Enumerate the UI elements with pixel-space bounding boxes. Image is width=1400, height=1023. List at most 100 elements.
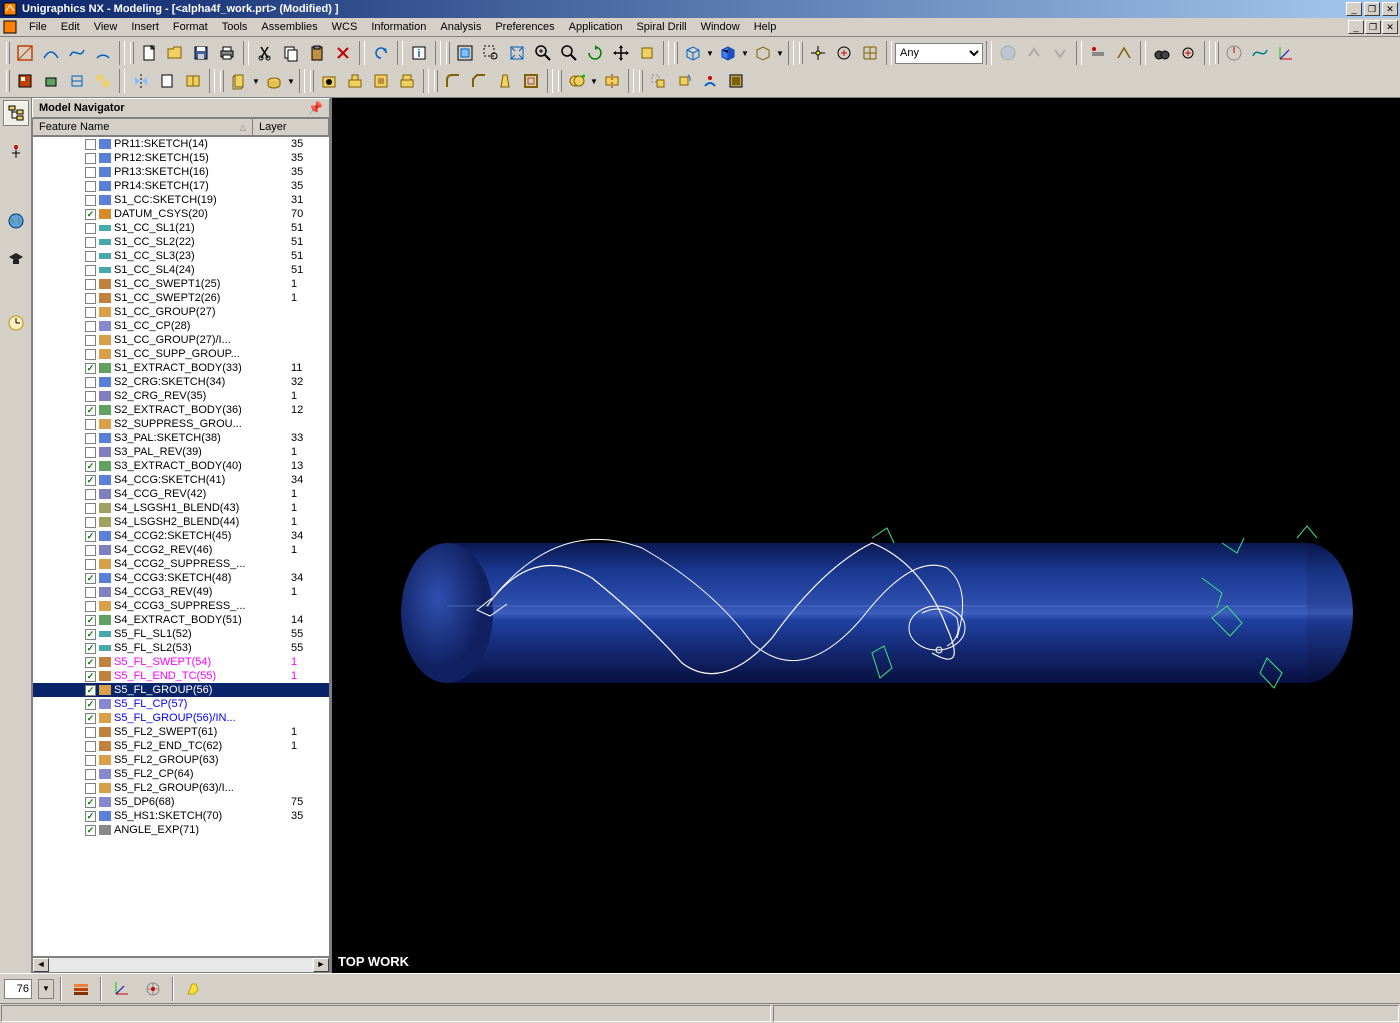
checkbox[interactable] (85, 601, 96, 612)
navigator-tab-icon[interactable] (3, 100, 29, 126)
tree-row[interactable]: +S5_FL2_END_TC(62)1 (33, 739, 329, 753)
tree-row[interactable]: +S1_CC_SWEPT1(25)1 (33, 277, 329, 291)
checkbox[interactable] (85, 321, 96, 332)
checkbox[interactable] (85, 335, 96, 346)
extrude-icon[interactable] (226, 68, 252, 94)
dropdown-arrow-icon[interactable]: ▼ (706, 49, 715, 58)
checkbox[interactable] (85, 699, 96, 710)
checkbox[interactable] (85, 447, 96, 458)
drafting-icon[interactable] (64, 68, 90, 94)
tree-row[interactable]: +S5_FL_END_TC(55)1 (33, 669, 329, 683)
tree-row[interactable]: +DATUM_CSYS(20)70 (33, 207, 329, 221)
tree-row[interactable]: +S4_LSGSH1_BLEND(43)1 (33, 501, 329, 515)
checkbox[interactable] (85, 783, 96, 794)
nav-up-icon[interactable] (1021, 40, 1047, 66)
tree-row[interactable]: +S5_FL_SL2(53)55 (33, 641, 329, 655)
column-layer[interactable]: Layer (253, 119, 329, 135)
scroll-right-icon[interactable]: ► (313, 958, 329, 972)
tree-row[interactable]: +S3_EXTRACT_BODY(40)13 (33, 459, 329, 473)
nav-down-icon[interactable] (1047, 40, 1073, 66)
checkbox[interactable] (85, 405, 96, 416)
modeling-icon[interactable] (38, 68, 64, 94)
dropdown-arrow-icon[interactable]: ▼ (287, 77, 296, 86)
highlight-icon[interactable] (180, 976, 206, 1002)
checkbox[interactable] (85, 531, 96, 542)
column-feature-name[interactable]: Feature Name△ (33, 119, 253, 135)
mdi-restore-button[interactable]: ❐ (1365, 20, 1381, 34)
tree-row[interactable]: +S5_FL_GROUP(56)/IN... (33, 711, 329, 725)
3d-viewport[interactable]: TOP WORK (332, 98, 1400, 973)
print-icon[interactable] (214, 40, 240, 66)
spline-icon[interactable] (64, 40, 90, 66)
tree-row[interactable]: +PR11:SKETCH(14)35 (33, 137, 329, 151)
layer-dropdown-icon[interactable]: ▼ (38, 979, 54, 999)
tree-row[interactable]: +S2_CRG:SKETCH(34)32 (33, 375, 329, 389)
menu-analysis[interactable]: Analysis (433, 19, 488, 35)
tree-row[interactable]: +S5_FL_SWEPT(54)1 (33, 655, 329, 669)
layer-icon[interactable] (12, 68, 38, 94)
assembly-tab-icon[interactable] (3, 138, 29, 164)
checkbox[interactable] (85, 713, 96, 724)
tree-row[interactable]: +S4_CCG2_SUPPRESS_... (33, 557, 329, 571)
history-tab-icon[interactable] (3, 310, 29, 336)
checkbox[interactable] (85, 167, 96, 178)
shaded-icon[interactable] (715, 40, 741, 66)
tree-hscroll[interactable]: ◄ ► (32, 957, 330, 973)
menu-format[interactable]: Format (166, 19, 215, 35)
cut-icon[interactable] (252, 40, 278, 66)
selection-filter-select[interactable]: Any (895, 43, 983, 64)
tree-row[interactable]: +S2_CRG_REV(35)1 (33, 389, 329, 403)
tree-row[interactable]: +ANGLE_EXP(71) (33, 823, 329, 837)
checkbox[interactable] (85, 559, 96, 570)
dropdown-arrow-icon[interactable]: ▼ (590, 77, 599, 86)
blend-icon[interactable] (440, 68, 466, 94)
scale-icon[interactable] (697, 68, 723, 94)
new-file-icon[interactable] (136, 40, 162, 66)
dropdown-arrow-icon[interactable]: ▼ (252, 77, 261, 86)
mdi-minimize-button[interactable]: _ (1348, 20, 1364, 34)
revolve-icon[interactable] (261, 68, 287, 94)
feature-tree[interactable]: +PR11:SKETCH(14)35+PR12:SKETCH(15)35+PR1… (32, 136, 330, 957)
maximize-button[interactable]: ❐ (1364, 2, 1380, 16)
checkbox[interactable] (85, 181, 96, 192)
minimize-button[interactable]: _ (1346, 2, 1362, 16)
tree-row[interactable]: +S1_CC_SL4(24)51 (33, 263, 329, 277)
checkbox[interactable] (85, 573, 96, 584)
find-icon[interactable] (1175, 40, 1201, 66)
globe-tab-icon[interactable] (3, 208, 29, 234)
checkbox[interactable] (85, 741, 96, 752)
tree-row[interactable]: +S5_HS1:SKETCH(70)35 (33, 809, 329, 823)
checkbox[interactable] (85, 265, 96, 276)
tree-row[interactable]: +S1_CC_SL3(23)51 (33, 249, 329, 263)
menu-assemblies[interactable]: Assemblies (254, 19, 324, 35)
tree-row[interactable]: +PR14:SKETCH(17)35 (33, 179, 329, 193)
tool-b-icon[interactable] (1111, 40, 1137, 66)
snap-grid-icon[interactable] (857, 40, 883, 66)
save-icon[interactable] (188, 40, 214, 66)
binoculars-icon[interactable] (1149, 40, 1175, 66)
tree-row[interactable]: +S4_CCG:SKETCH(41)34 (33, 473, 329, 487)
checkbox[interactable] (85, 433, 96, 444)
checkbox[interactable] (85, 797, 96, 808)
checkbox[interactable] (85, 419, 96, 430)
boss-icon[interactable] (342, 68, 368, 94)
menu-tools[interactable]: Tools (215, 19, 255, 35)
draft-icon[interactable] (492, 68, 518, 94)
menu-edit[interactable]: Edit (54, 19, 87, 35)
snap-point-icon[interactable] (805, 40, 831, 66)
unite-icon[interactable] (564, 68, 590, 94)
menu-view[interactable]: View (87, 19, 125, 35)
tree-row[interactable]: +S4_CCG3_SUPPRESS_... (33, 599, 329, 613)
hidden-edges-icon[interactable] (750, 40, 776, 66)
page-icon[interactable] (154, 68, 180, 94)
tree-row[interactable]: +S1_CC_SWEPT2(26)1 (33, 291, 329, 305)
menu-spiral-drill[interactable]: Spiral Drill (629, 19, 693, 35)
axis-icon[interactable] (1273, 40, 1299, 66)
book-icon[interactable] (180, 68, 206, 94)
wcs-icon[interactable] (108, 976, 134, 1002)
checkbox[interactable] (85, 825, 96, 836)
tree-row[interactable]: +S5_DP6(68)75 (33, 795, 329, 809)
delete-icon[interactable] (330, 40, 356, 66)
tree-row[interactable]: +S1_CC_CP(28) (33, 319, 329, 333)
rotate-body-icon[interactable] (671, 68, 697, 94)
